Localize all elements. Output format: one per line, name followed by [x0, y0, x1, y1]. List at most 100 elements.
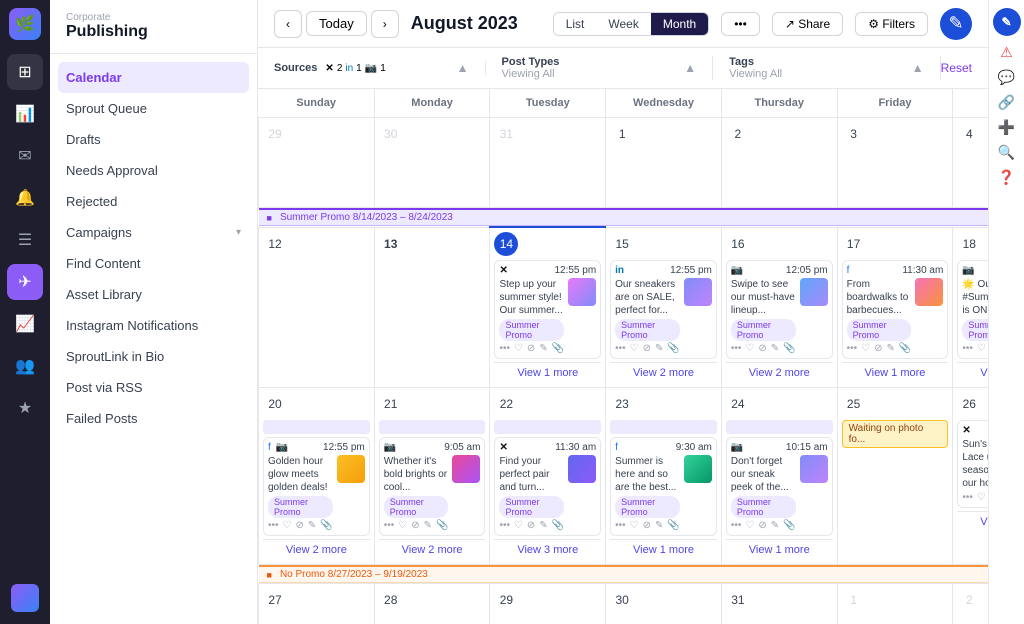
view-more-aug14[interactable]: View 1 more — [494, 362, 601, 383]
create-post-button[interactable]: ✎ — [940, 8, 972, 40]
sidebar-item-failed-posts[interactable]: Failed Posts — [50, 403, 257, 434]
sidebar-item-asset-library[interactable]: Asset Library — [50, 279, 257, 310]
calendar-toolbar: ‹ Today › August 2023 List Week Month ••… — [258, 0, 988, 48]
view-more-aug16[interactable]: View 2 more — [726, 362, 833, 383]
day-aug17[interactable]: 17 f 11:30 am From boardwalks to barbecu… — [837, 227, 953, 388]
view-more-aug18[interactable]: View 2 more — [957, 362, 988, 383]
sidebar-item-sproutlink[interactable]: SproutLink in Bio — [50, 341, 257, 372]
sidebar-item-calendar[interactable]: Calendar — [58, 62, 249, 93]
add-icon[interactable]: ➕ — [998, 119, 1015, 136]
share-button[interactable]: ↗ Share — [772, 12, 843, 36]
sidebar-item-campaigns[interactable]: Campaigns ▾ — [50, 217, 257, 248]
menu-icon[interactable]: ☰ — [7, 222, 43, 258]
search-icon[interactable]: 🔍 — [998, 144, 1015, 161]
day-sep2[interactable]: 2 — [953, 584, 988, 624]
send-icon[interactable]: ✈ — [7, 264, 43, 300]
day-aug13[interactable]: 13 — [374, 227, 490, 388]
sources-chevron-icon[interactable]: ▲ — [457, 61, 469, 75]
day-aug24[interactable]: 24 ​ 📷 10:15 am Don't forget our sneak p… — [721, 388, 837, 565]
day-aug21[interactable]: 21 ​ 📷 9:05 am Whether it's bold brights… — [374, 388, 490, 565]
bell-icon[interactable]: 🔔 — [7, 180, 43, 216]
home-icon[interactable]: ⊞ — [7, 54, 43, 90]
bar-chart-icon[interactable]: 📈 — [7, 306, 43, 342]
reset-button[interactable]: Reset — [941, 61, 972, 75]
sidebar-item-sprout-queue[interactable]: Sprout Queue — [50, 93, 257, 124]
day-aug28[interactable]: 28 — [374, 584, 490, 624]
linkedin-icon: in — [615, 265, 624, 276]
prev-button[interactable]: ‹ — [274, 10, 302, 38]
help-icon[interactable]: ❓ — [998, 169, 1015, 186]
day-aug31[interactable]: 31 — [721, 584, 837, 624]
day-aug16[interactable]: 16 📷 12:05 pm Swipe to see our must-have… — [721, 227, 837, 388]
list-view-button[interactable]: List — [554, 13, 597, 35]
week-view-button[interactable]: Week — [596, 13, 650, 35]
sidebar-item-post-via-rss[interactable]: Post via RSS — [50, 372, 257, 403]
post-thumbnail-2 — [337, 455, 365, 483]
month-view-button[interactable]: Month — [651, 13, 708, 35]
post-card-sun-w2: ✕ 12:55 pm Step up your summer style! Ou… — [494, 260, 601, 359]
tags-chevron-icon[interactable]: ▲ — [912, 61, 924, 75]
day-aug18[interactable]: 18 📷 10:05 am 🌟 Our #Summer5ale is ON...… — [953, 227, 988, 388]
month-title: August 2023 — [411, 13, 541, 34]
day-aug1[interactable]: 1 — [606, 118, 722, 208]
instagram-icon-5: 📷 — [731, 442, 743, 453]
day-aug12[interactable]: 12 — [259, 227, 375, 388]
view-more-aug15[interactable]: View 2 more — [610, 362, 717, 383]
day-aug20[interactable]: 20 ​ f 📷 12:55 pm Golden hour glow meets… — [259, 388, 375, 565]
sidebar-item-find-content[interactable]: Find Content — [50, 248, 257, 279]
alert-icon[interactable]: ⚠ — [1000, 44, 1013, 61]
day-aug25[interactable]: 25 Waiting on photo fo... — [837, 388, 953, 565]
day-aug27[interactable]: 27 — [259, 584, 375, 624]
day-jul30[interactable]: 30 — [374, 118, 490, 208]
link-icon[interactable]: 🔗 — [998, 94, 1015, 111]
user-avatar[interactable]: ✎ — [993, 8, 1021, 36]
sidebar-header: Corporate Publishing — [50, 0, 257, 54]
sidebar-item-instagram-notifications[interactable]: Instagram Notifications — [50, 310, 257, 341]
app-logo[interactable]: 🌿 — [9, 8, 41, 40]
view-more-aug17[interactable]: View 1 more — [842, 362, 949, 383]
sidebar-item-drafts[interactable]: Drafts — [50, 124, 257, 155]
x-icon-3: ✕ — [962, 425, 970, 436]
promo-banner-row: ■ Summer Promo 8/14/2023 – 8/24/2023 — [259, 208, 989, 228]
day-aug3[interactable]: 3 — [837, 118, 953, 208]
view-more-aug23[interactable]: View 1 more — [610, 539, 717, 560]
day-aug14[interactable]: 14 ✕ 12:55 pm Step up your summer style!… — [490, 227, 606, 388]
more-options-button[interactable]: ••• — [721, 12, 760, 36]
star-icon[interactable]: ★ — [7, 390, 43, 426]
chart-icon[interactable]: 📊 — [7, 96, 43, 132]
header-saturday: Saturday — [953, 89, 988, 118]
post-types-filter: Post Types Viewing All ▲ — [486, 56, 714, 80]
view-more-aug21[interactable]: View 2 more — [379, 539, 486, 560]
day-jul29[interactable]: 29 — [259, 118, 375, 208]
sidebar-item-rejected[interactable]: Rejected — [50, 186, 257, 217]
view-more-aug20[interactable]: View 2 more — [263, 539, 370, 560]
next-button[interactable]: › — [371, 10, 399, 38]
view-more-aug26[interactable]: View 2 more — [957, 511, 988, 532]
facebook-icon: f — [847, 265, 850, 276]
view-more-aug24[interactable]: View 1 more — [726, 539, 833, 560]
day-aug29[interactable]: 29 — [490, 584, 606, 624]
day-aug2[interactable]: 2 — [721, 118, 837, 208]
inbox-icon[interactable]: ✉ — [7, 138, 43, 174]
waiting-badge: Waiting on photo fo... — [842, 420, 949, 448]
day-aug22[interactable]: 22 ​ ✕ 11:30 am Find your perfect pair a… — [490, 388, 606, 565]
day-jul31[interactable]: 31 — [490, 118, 606, 208]
header-friday: Friday — [837, 89, 953, 118]
post-types-chevron-icon[interactable]: ▲ — [684, 61, 696, 75]
day-aug23[interactable]: 23 ​ f 9:30 am Summer is here and so are… — [606, 388, 722, 565]
people-icon[interactable]: 👥 — [7, 348, 43, 384]
day-headers-row: Sunday Monday Tuesday Wednesday Thursday… — [259, 89, 989, 118]
day-aug30[interactable]: 30 — [606, 584, 722, 624]
chat-icon[interactable]: 💬 — [998, 69, 1015, 86]
day-aug26[interactable]: 26 ✕ 1:05 pm Sun's out, sale's on! Lace … — [953, 388, 988, 565]
promo-continuation-5: ​ — [726, 420, 833, 434]
view-more-aug22[interactable]: View 3 more — [494, 539, 601, 560]
day-sep1[interactable]: 1 — [837, 584, 953, 624]
calendar-container: Sunday Monday Tuesday Wednesday Thursday… — [258, 89, 988, 624]
filters-button[interactable]: ⚙ Filters — [855, 12, 928, 36]
today-button[interactable]: Today — [306, 11, 367, 36]
day-aug4[interactable]: 4 — [953, 118, 988, 208]
day-aug15[interactable]: 15 in 12:55 pm Our sneakers are on SALE,… — [606, 227, 722, 388]
sidebar-item-needs-approval[interactable]: Needs Approval — [50, 155, 257, 186]
puzzle-icon[interactable] — [7, 580, 43, 616]
